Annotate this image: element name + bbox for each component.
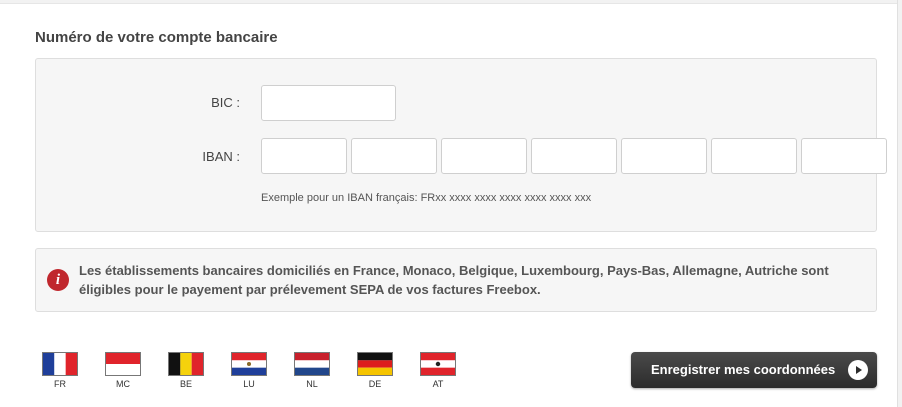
iban-input-5[interactable] xyxy=(621,138,707,174)
window-top-edge xyxy=(0,0,902,4)
save-details-button[interactable]: Enregistrer mes coordonnées xyxy=(631,352,877,388)
flag-fr: FR xyxy=(40,352,80,389)
save-button-label: Enregistrer mes coordonnées xyxy=(651,362,836,377)
iban-example-hint: Exemple pour un IBAN français: FRxx xxxx… xyxy=(261,192,592,204)
netherlands-flag-icon xyxy=(294,352,330,376)
flag-code-de: DE xyxy=(368,379,382,389)
flag-code-lu: LU xyxy=(243,379,255,389)
luxembourg-flag-icon xyxy=(231,352,267,376)
germany-flag-icon xyxy=(357,352,393,376)
sepa-info-box: i Les établissements bancaires domicilié… xyxy=(35,248,877,312)
bic-input[interactable] xyxy=(261,85,396,121)
monaco-flag-icon xyxy=(105,352,141,376)
iban-input-2[interactable] xyxy=(351,138,437,174)
belgium-flag-icon xyxy=(168,352,204,376)
flag-mc: MC xyxy=(103,352,143,389)
section-title: Numéro de votre compte bancaire xyxy=(35,29,278,46)
iban-input-4[interactable] xyxy=(531,138,617,174)
flag-lu: LU xyxy=(229,352,269,389)
sepa-info-text: Les établissements bancaires domiciliés … xyxy=(79,263,829,297)
flag-be: BE xyxy=(166,352,206,389)
flag-code-at: AT xyxy=(432,379,444,389)
austria-flag-icon xyxy=(420,352,456,376)
flag-code-fr: FR xyxy=(54,379,66,389)
france-flag-icon xyxy=(42,352,78,376)
flag-at: AT xyxy=(418,352,458,389)
play-icon xyxy=(848,360,868,380)
iban-input-1[interactable] xyxy=(261,138,347,174)
bank-account-form-panel: BIC : IBAN : Exemple pour un IBAN frança… xyxy=(35,58,887,232)
flag-code-nl: NL xyxy=(306,379,318,389)
flag-code-be: BE xyxy=(179,379,192,389)
bic-label: BIC : xyxy=(211,95,240,110)
iban-input-3[interactable] xyxy=(441,138,527,174)
iban-label: IBAN : xyxy=(202,149,240,164)
window-right-edge xyxy=(897,0,902,407)
info-icon: i xyxy=(47,269,69,291)
flag-de: DE xyxy=(355,352,395,389)
flag-nl: NL xyxy=(292,352,332,389)
iban-input-7[interactable] xyxy=(801,138,887,174)
iban-input-6[interactable] xyxy=(711,138,797,174)
flag-code-mc: MC xyxy=(116,379,130,389)
